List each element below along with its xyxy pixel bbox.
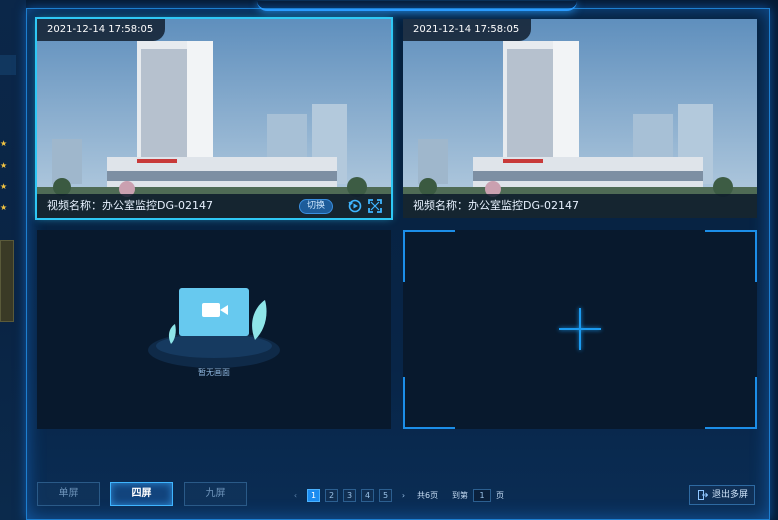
video-name-label: 视频名称：办公室监控DG-02147 <box>413 199 579 212</box>
cell-corner <box>705 377 757 429</box>
page-button-1[interactable]: 1 <box>307 489 320 502</box>
page-button-2[interactable]: 2 <box>325 489 338 502</box>
page-button-3[interactable]: 3 <box>343 489 356 502</box>
cell-corner <box>403 230 455 282</box>
background-chart <box>0 240 14 322</box>
video-cell-2[interactable]: 2021-12-14 17:58:05 视频名称：办公室监控DG-02147 <box>403 19 757 218</box>
multi-screen-dialog: 2021-12-14 17:58:05 视频名称：办公室监控DG-02147 切… <box>26 8 770 520</box>
cell-corner <box>705 230 757 282</box>
exit-button-label: 退出多屏 <box>712 490 749 500</box>
fullscreen-icon[interactable] <box>367 198 383 214</box>
star-icon: ★ <box>0 161 8 170</box>
star-icon: ★ <box>0 182 8 191</box>
exit-multiscreen-button[interactable]: 退出多屏 <box>689 485 755 505</box>
star-icon: ★ <box>0 203 8 212</box>
cell-corner <box>403 377 455 429</box>
goto-page-input[interactable]: 1 <box>473 489 491 502</box>
star-icon: ★ <box>0 139 8 148</box>
video-name-label: 视频名称：办公室监控DG-02147 <box>47 199 213 212</box>
pagination: ‹ 1 2 3 4 5 › 共6页 到第 1 页 <box>289 489 519 503</box>
next-page-icon[interactable]: › <box>397 489 410 502</box>
prev-page-icon[interactable]: ‹ <box>289 489 302 502</box>
goto-suffix: 页 <box>496 491 504 500</box>
no-video-label: 暂无画面 <box>198 368 230 377</box>
exit-icon <box>698 490 708 500</box>
add-icon[interactable] <box>579 308 581 350</box>
add-video-cell[interactable] <box>403 230 757 429</box>
video-info-bar: 视频名称：办公室监控DG-02147 <box>403 194 757 218</box>
replay-icon[interactable] <box>347 198 363 214</box>
total-pages-label: 共6页 <box>417 491 439 500</box>
dialog-top-glow <box>257 1 577 11</box>
switch-button[interactable]: 切换 <box>299 199 333 214</box>
timestamp-label: 2021-12-14 17:58:05 <box>403 19 532 41</box>
four-screen-button[interactable]: 四屏 <box>110 482 173 506</box>
no-video-illustration <box>148 288 280 368</box>
empty-video-cell: 暂无画面 <box>37 230 391 429</box>
camera-feed-image <box>403 19 757 218</box>
page-button-4[interactable]: 4 <box>361 489 374 502</box>
video-cell-1[interactable]: 2021-12-14 17:58:05 视频名称：办公室监控DG-02147 切… <box>35 17 393 220</box>
single-screen-button[interactable]: 单屏 <box>37 482 100 506</box>
nine-screen-button[interactable]: 九屏 <box>184 482 247 506</box>
timestamp-label: 2021-12-14 17:58:05 <box>37 19 166 41</box>
page-button-5[interactable]: 5 <box>379 489 392 502</box>
goto-label: 到第 <box>452 491 468 500</box>
background-dashboard: ★ ★ ★ ★ <box>0 0 26 520</box>
video-info-bar: 视频名称：办公室监控DG-02147 切换 <box>37 194 391 218</box>
background-panel <box>0 55 16 75</box>
camera-feed-image <box>37 19 391 218</box>
